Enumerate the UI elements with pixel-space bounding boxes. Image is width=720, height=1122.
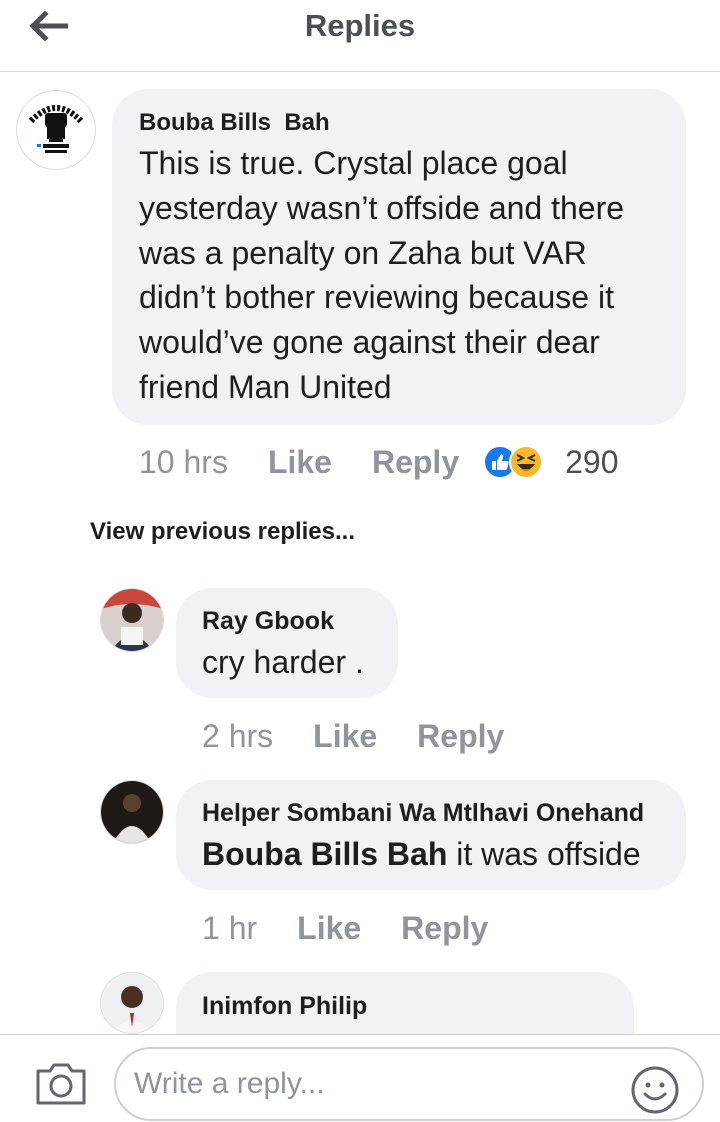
like-button[interactable]: Like (268, 444, 332, 481)
comment-author[interactable]: Bouba Bills Bah (139, 109, 330, 137)
comment-text-line: didn’t bother reviewing because it (139, 279, 614, 316)
reply-actions: 1 hr Like Reply (202, 908, 488, 948)
reply-timestamp: 2 hrs (202, 717, 274, 754)
avatar[interactable] (16, 90, 96, 170)
reply-author[interactable]: Inimfon Philip (202, 992, 367, 1021)
camera-button[interactable] (34, 1061, 88, 1107)
view-previous-replies-link[interactable]: View previous replies... (90, 518, 355, 546)
comment-text-line: friend Man United (139, 368, 392, 405)
reply-bubble: Ray Gbook cry harder . (176, 588, 398, 698)
avatar[interactable] (100, 972, 164, 1034)
user-photo-icon (101, 781, 163, 843)
reply-text: Bouba Bills Bah it was offside (202, 836, 641, 873)
camera-icon (36, 1063, 86, 1105)
reply-bubble: Inimfon Philip (176, 972, 634, 1034)
avatar[interactable] (100, 588, 164, 652)
reaction-count[interactable]: 290 (565, 444, 618, 481)
reply-actions: 2 hrs Like Reply (202, 716, 504, 756)
comment-text-line: was a penalty on Zaha but VAR (139, 234, 587, 271)
like-button[interactable]: Like (313, 718, 377, 755)
user-photo-icon (101, 973, 163, 1033)
reply-composer (0, 1034, 720, 1122)
black-lives-matter-fist-logo (18, 92, 94, 168)
comment-text-line: would’ve gone against their dear (139, 324, 600, 361)
reply-button[interactable]: Reply (372, 444, 459, 481)
comment-actions: 10 hrs Like Reply 290 (139, 442, 619, 482)
comment-bubble: Bouba Bills Bah This is true. Crystal pl… (112, 89, 686, 425)
comment-text: This is true. Crystal place goal yesterd… (139, 141, 624, 410)
emoji-button[interactable] (630, 1065, 680, 1115)
smiley-icon (631, 1066, 679, 1114)
comment-text-line: This is true. Crystal place goal (139, 145, 568, 181)
top-bar: Replies (0, 0, 720, 72)
user-photo-icon (101, 589, 163, 651)
reply-bubble: Helper Sombani Wa Mtlhavi Onehand Bouba … (176, 780, 686, 890)
reply-button[interactable]: Reply (417, 718, 504, 755)
reply-input[interactable] (114, 1047, 704, 1121)
reply-timestamp: 1 hr (202, 909, 258, 946)
haha-reaction-icon (509, 445, 544, 479)
mention-link[interactable]: Bouba Bills Bah (202, 836, 447, 872)
comment-timestamp: 10 hrs (139, 443, 228, 480)
reply-text-body: it was offside (447, 836, 641, 872)
reply-button[interactable]: Reply (401, 910, 488, 947)
reactions[interactable] (483, 445, 544, 479)
reply-author[interactable]: Helper Sombani Wa Mtlhavi Onehand (202, 799, 644, 828)
avatar[interactable] (100, 780, 164, 844)
like-button[interactable]: Like (297, 910, 361, 947)
comment-text-line: yesterday wasn’t offside and there (139, 189, 625, 226)
page-title: Replies (304, 8, 416, 43)
reply-text: cry harder . (202, 644, 364, 680)
reply-author[interactable]: Ray Gbook (202, 607, 334, 636)
